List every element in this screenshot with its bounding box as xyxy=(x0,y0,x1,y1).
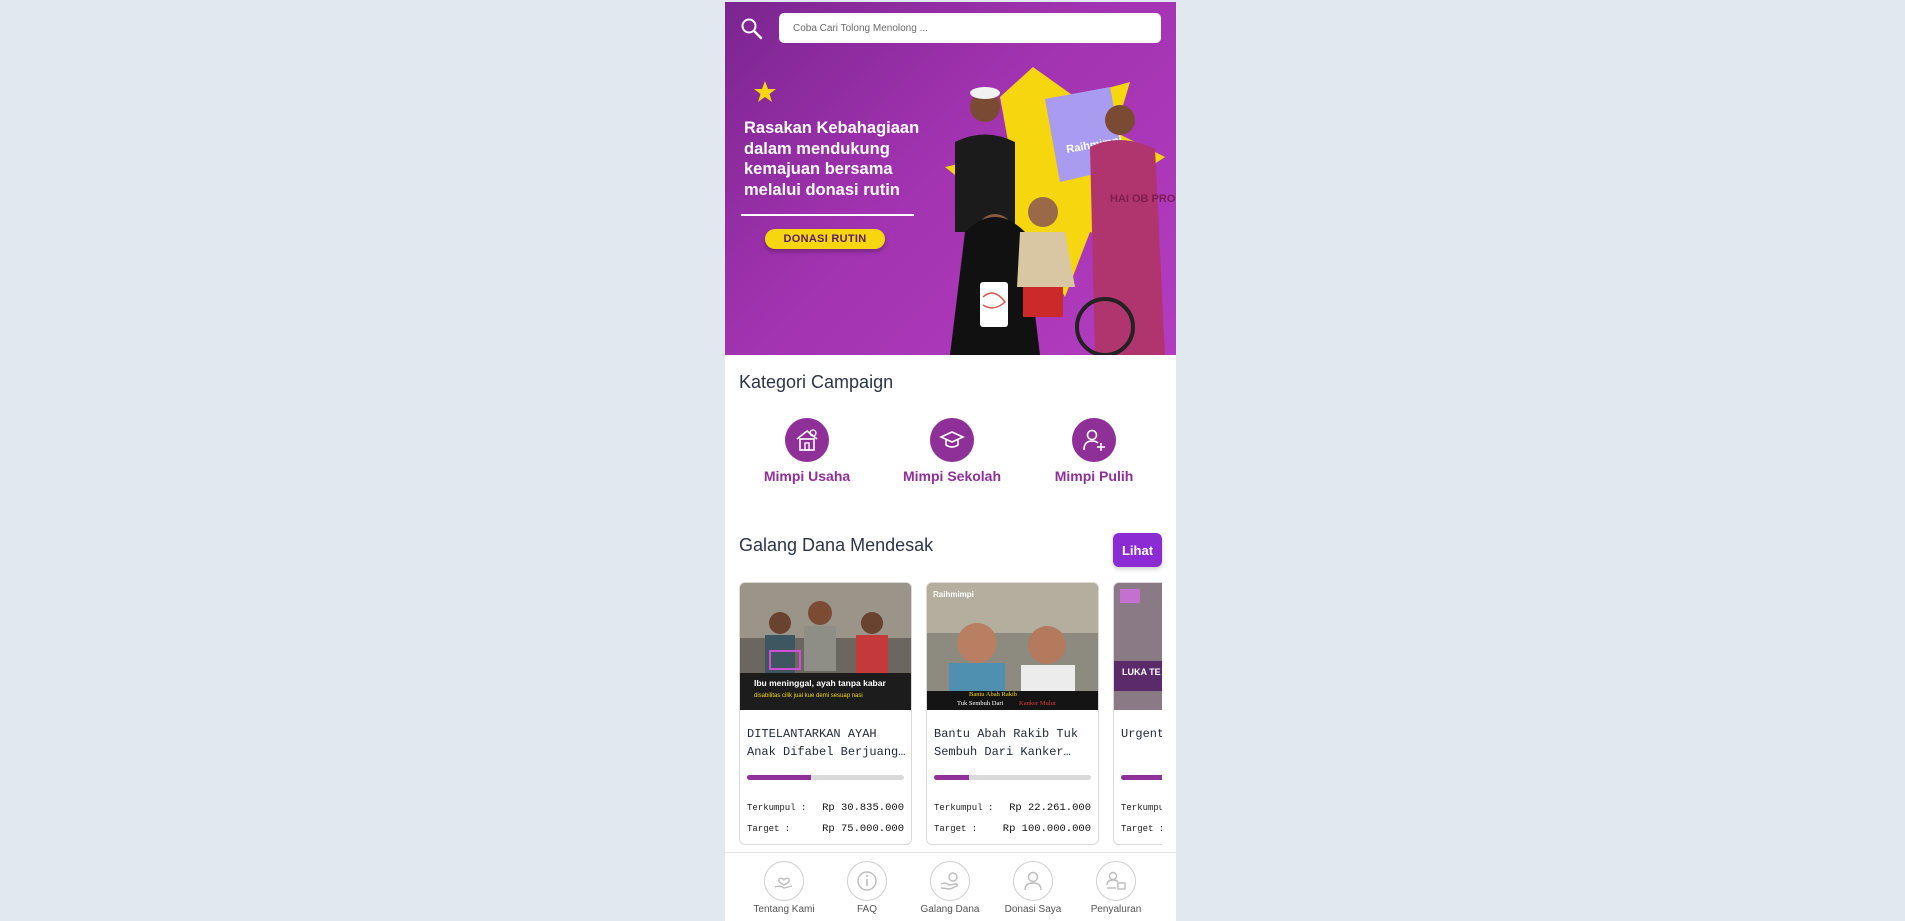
hero-divider xyxy=(741,214,914,216)
urgent-section-title: Galang Dana Mendesak xyxy=(739,535,934,555)
image-caption: LUKA TE xyxy=(1122,667,1161,677)
nav-faq[interactable]: FAQ xyxy=(827,861,907,915)
target-value: Rp 100.000.000 xyxy=(1002,823,1091,835)
progress-fill xyxy=(1121,775,1162,780)
image-caption: Ibu meninggal, ayah tanpa kabar xyxy=(754,678,886,688)
nav-tentang-kami[interactable]: Tentang Kami xyxy=(744,861,824,915)
nav-galang-dana[interactable]: Galang Dana xyxy=(910,861,990,915)
category-label: Mimpi Pulih xyxy=(1054,468,1134,484)
campaign-title: Bantu Abah Rakib Tuk Sembuh Dari Kanker… xyxy=(934,727,1079,759)
collected-value: Rp 22.261.000 xyxy=(1009,802,1091,814)
image-caption: Kanker Mulut xyxy=(1019,700,1056,707)
campaign-title: DITELANTARKAN AYAH Anak Difabel Berjuang… xyxy=(747,727,906,759)
heart-hand-icon xyxy=(764,861,804,901)
campaign-progress xyxy=(747,775,904,780)
nav-label: Donasi Saya xyxy=(1004,904,1062,915)
donasi-rutin-button[interactable]: DONASI RUTIN xyxy=(765,229,885,249)
kategori-section-title: Kategori Campaign xyxy=(739,372,894,392)
distribution-icon xyxy=(1096,861,1136,901)
image-caption: Bantu Abah Rakib xyxy=(969,691,1017,698)
search-input[interactable] xyxy=(779,13,1161,43)
category-mimpi-usaha[interactable]: Mimpi Usaha xyxy=(747,418,867,484)
progress-fill xyxy=(934,775,969,780)
category-label: Mimpi Sekolah xyxy=(902,468,1002,484)
info-icon xyxy=(847,861,887,901)
campaign-card[interactable]: Ibu meninggal, ayah tanpa kabar disabili… xyxy=(739,582,912,845)
campaign-card[interactable]: LUKA TE Urgent Beroba… Terkumpul : Targe… xyxy=(1113,582,1162,845)
category-mimpi-sekolah[interactable]: Mimpi Sekolah xyxy=(892,418,1012,484)
collected-value: Rp 30.835.000 xyxy=(822,802,904,814)
image-brand: Raihmimpi xyxy=(933,590,974,599)
collected-label: Terkumpul : xyxy=(747,803,807,813)
donation-hand-icon xyxy=(930,861,970,901)
category-label: Mimpi Usaha xyxy=(763,468,851,484)
shirt-text: HAI OB PRO xyxy=(1110,193,1176,205)
person-plus-icon xyxy=(1072,418,1116,462)
user-icon xyxy=(1013,861,1053,901)
campaign-image: Raihmimpi Bantu Abah Rakib Tuk Sembuh Da… xyxy=(927,583,1098,710)
nav-label: Penyaluran xyxy=(1090,904,1142,915)
target-label: Target : xyxy=(747,824,791,834)
hero-headline: Rasakan Kebahagiaan dalam mendukung kema… xyxy=(744,119,920,199)
campaign-progress xyxy=(934,775,1091,780)
hero-banner[interactable]: Rasakan Kebahagiaan dalam mendukung kema… xyxy=(725,2,1176,355)
image-subcaption: disabilitas cilik jual kue demi sesuap n… xyxy=(754,693,863,699)
campaign-image: Ibu meninggal, ayah tanpa kabar disabili… xyxy=(740,583,911,710)
image-caption: Tuk Sembuh Dari xyxy=(957,700,1004,707)
campaign-title: Urgent Beroba… xyxy=(1121,727,1162,741)
target-value: Rp 75.000.000 xyxy=(822,823,904,835)
house-business-icon xyxy=(785,418,829,462)
nav-penyaluran[interactable]: Penyaluran xyxy=(1076,861,1156,915)
nav-label: Tentang Kami xyxy=(753,904,815,915)
nav-label: FAQ xyxy=(856,904,877,915)
nav-donasi-saya[interactable]: Donasi Saya xyxy=(993,861,1073,915)
campaign-progress xyxy=(1121,775,1162,780)
campaign-carousel[interactable]: Ibu meninggal, ayah tanpa kabar disabili… xyxy=(739,582,1162,847)
progress-fill xyxy=(747,775,812,780)
mobile-app-container: Rasakan Kebahagiaan dalam mendukung kema… xyxy=(725,2,1176,921)
hero-people-illustration: Raihmimpi HAI OB PRO xyxy=(945,67,1176,355)
search-icon[interactable] xyxy=(739,16,765,42)
nav-label: Galang Dana xyxy=(920,904,980,915)
target-label: Target : xyxy=(1121,824,1162,834)
category-mimpi-pulih[interactable]: Mimpi Pulih xyxy=(1034,418,1154,484)
target-label: Target : xyxy=(934,824,978,834)
collected-label: Terkumpul : xyxy=(934,803,994,813)
campaign-card[interactable]: Raihmimpi Bantu Abah Rakib Tuk Sembuh Da… xyxy=(926,582,1099,845)
graduation-cap-icon xyxy=(930,418,974,462)
bottom-navigation: Tentang Kami FAQ Galang Dana Donasi Saya… xyxy=(725,852,1176,921)
collected-label: Terkumpul : xyxy=(1121,803,1162,813)
star-icon xyxy=(754,81,776,102)
campaign-image: LUKA TE xyxy=(1114,583,1162,710)
lihat-button[interactable]: Lihat xyxy=(1113,533,1162,567)
